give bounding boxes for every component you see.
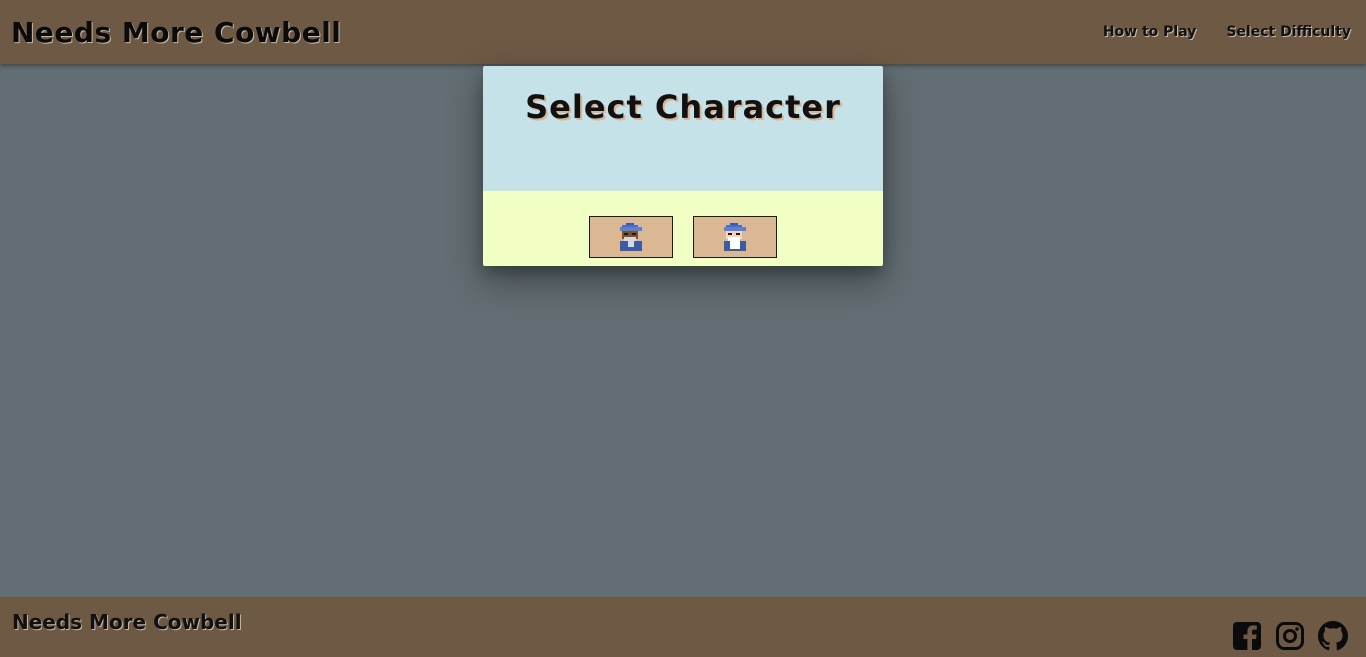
character-button-light[interactable] [693,216,777,258]
github-icon[interactable] [1318,621,1348,651]
modal-header: Select Character [483,66,883,191]
instagram-icon[interactable] [1275,621,1305,651]
modal-body [483,191,883,266]
nav-how-to-play[interactable]: How to Play [1103,24,1197,40]
brand-title[interactable]: Needs More Cowbell [11,16,341,49]
wizard-dark-icon [620,223,642,251]
nav-select-difficulty[interactable]: Select Difficulty [1226,24,1351,40]
footer: Needs More Cowbell [0,597,1366,657]
nav-links: How to Play Select Difficulty [1103,24,1351,40]
character-button-dark[interactable] [589,216,673,258]
facebook-icon[interactable] [1232,621,1262,651]
modal-title: Select Character [525,88,841,126]
navbar: Needs More Cowbell How to Play Select Di… [0,0,1366,64]
character-select-modal: Select Character [483,66,883,266]
social-links [1232,621,1348,651]
wizard-light-icon [724,223,746,251]
footer-brand: Needs More Cowbell [12,610,242,634]
